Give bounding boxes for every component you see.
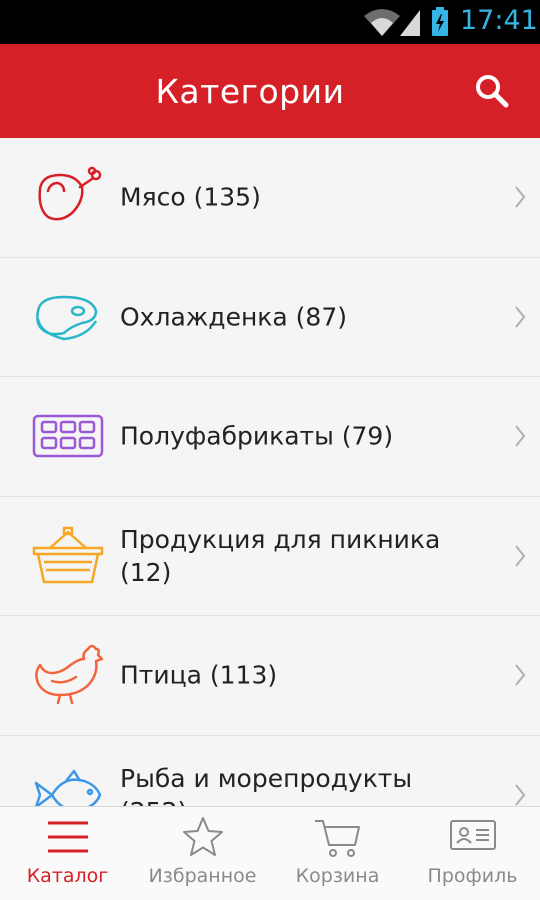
list-item[interactable]: Птица (113) [0, 616, 540, 736]
list-item[interactable]: Полуфабрикаты (79) [0, 377, 540, 497]
status-time: 17:41 [460, 5, 538, 36]
chevron-right-icon [515, 306, 526, 328]
tab-label: Каталог [26, 865, 109, 887]
menu-icon [47, 821, 88, 853]
category-list: Мясо (135) Охлажденка (87) Полуфабрикаты… [0, 138, 540, 806]
category-label: Рыба и морепродукты (252) [120, 763, 413, 806]
category-label: Охлажденка (87) [120, 302, 347, 332]
list-item[interactable]: Мясо (135) [0, 138, 540, 258]
list-item[interactable]: Рыба и морепродукты (252) [0, 736, 540, 806]
category-label: Полуфабрикаты (79) [120, 421, 394, 451]
list-item[interactable]: Охлажденка (87) [0, 258, 540, 377]
tab-label: Профиль [427, 865, 518, 887]
tab-favorites[interactable]: Избранное [135, 807, 270, 900]
tab-label: Избранное [148, 865, 257, 887]
star-icon [182, 817, 223, 856]
cell-signal-icon [400, 10, 420, 36]
list-item[interactable]: Продукция для пикника (12) [0, 497, 540, 616]
tab-catalog[interactable]: Каталог [0, 807, 135, 900]
basket-icon [32, 526, 104, 583]
tab-profile[interactable]: Профиль [405, 807, 540, 900]
tray-icon [32, 415, 104, 458]
chevron-right-icon [515, 425, 526, 447]
wifi-icon [364, 9, 400, 36]
fish-icon [34, 769, 102, 806]
cart-icon [314, 820, 360, 857]
page-title: Категории [155, 72, 345, 111]
category-label: Мясо (135) [120, 182, 261, 212]
steak-icon [36, 295, 98, 340]
status-bar: 17:41 [0, 0, 540, 44]
tab-cart[interactable]: Корзина [270, 807, 405, 900]
tab-label: Корзина [295, 865, 380, 887]
category-label: Продукция для пикника (12) [120, 524, 441, 587]
app-bar: Категории [0, 44, 540, 138]
chevron-right-icon [515, 545, 526, 567]
category-label: Птица (113) [120, 660, 278, 690]
battery-charging-icon [432, 7, 448, 36]
hen-icon [35, 645, 104, 705]
chevron-right-icon [515, 784, 526, 806]
id-card-icon [449, 820, 496, 850]
chevron-right-icon [515, 664, 526, 686]
search-icon[interactable] [472, 71, 512, 111]
bottom-navigation: Каталог Избранное Корзина Профиль [0, 806, 540, 900]
chevron-right-icon [515, 186, 526, 208]
ham-icon [38, 167, 102, 221]
